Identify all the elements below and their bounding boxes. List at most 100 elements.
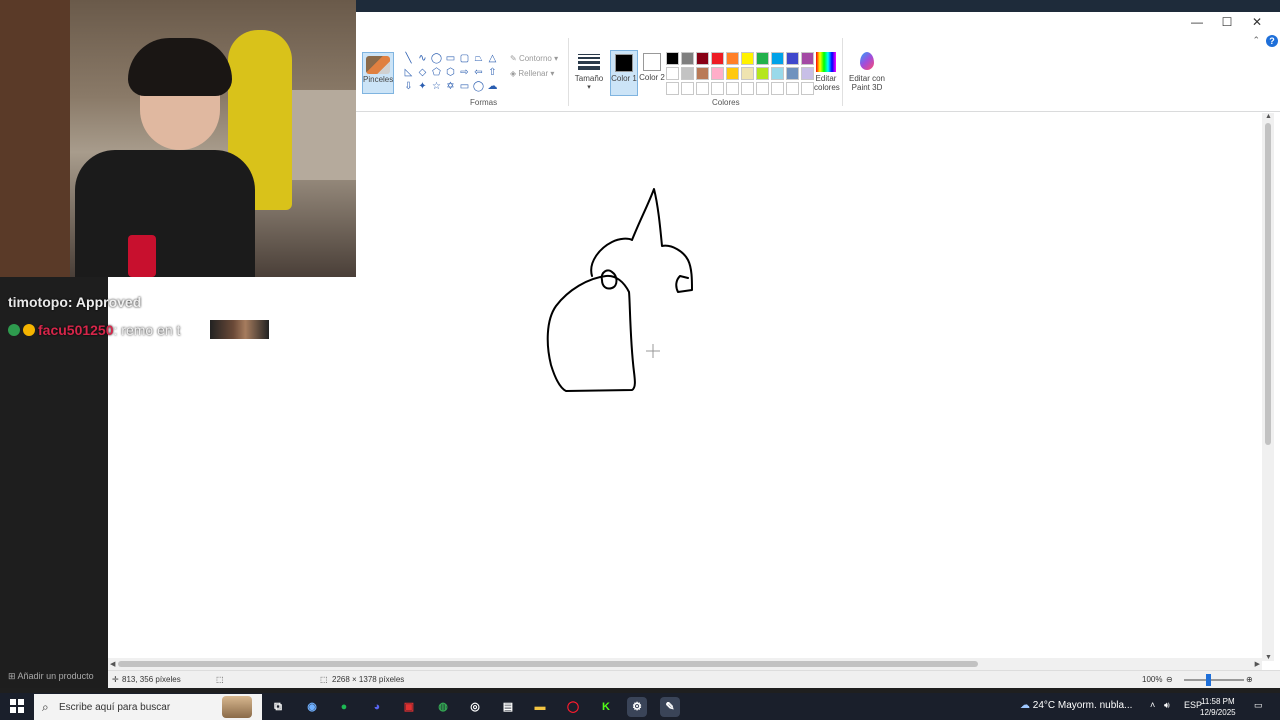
paint-taskbar-icon[interactable]: ✎ (660, 697, 680, 717)
palette-swatch[interactable] (771, 82, 784, 95)
shape-six-point-star-icon[interactable]: ✡ (444, 80, 457, 93)
zoom-slider[interactable] (1184, 679, 1244, 681)
palette-swatch[interactable] (801, 82, 814, 95)
file-explorer-icon[interactable]: ▬ (530, 697, 550, 717)
palette-swatch[interactable] (696, 82, 709, 95)
spotify-icon[interactable]: ● (334, 697, 354, 717)
vertical-scrollbar[interactable]: ▲ ▼ (1262, 113, 1274, 661)
palette-swatch[interactable] (771, 52, 784, 65)
shape-right-arrow-icon[interactable]: ⇨ (458, 66, 471, 79)
horizontal-scrollbar[interactable]: ◀ ▶ (108, 658, 1262, 670)
palette-swatch[interactable] (771, 67, 784, 80)
shape-four-point-star-icon[interactable]: ✦ (416, 80, 429, 93)
palette-swatch[interactable] (726, 82, 739, 95)
shape-left-arrow-icon[interactable]: ⇦ (472, 66, 485, 79)
palette-swatch[interactable] (726, 52, 739, 65)
capcut-icon[interactable]: ▤ (498, 697, 518, 717)
shape-line-icon[interactable]: ╲ (402, 52, 415, 65)
scroll-up-icon[interactable]: ▲ (1265, 113, 1272, 120)
palette-swatch[interactable] (711, 82, 724, 95)
task-view-icon[interactable]: ⧉ (268, 697, 288, 717)
palette-swatch[interactable] (666, 82, 679, 95)
shape-up-arrow-icon[interactable]: ⇧ (486, 66, 499, 79)
scroll-down-icon[interactable]: ▼ (1265, 654, 1272, 661)
steam-icon[interactable]: ⚙ (627, 697, 647, 717)
tray-chevron-icon[interactable]: ˄ (1150, 700, 1155, 710)
shape-hexagon-icon[interactable]: ⬡ (444, 66, 457, 79)
palette-swatch[interactable] (756, 52, 769, 65)
discord-icon[interactable]: ◕ (367, 697, 387, 717)
obs-icon[interactable]: ◎ (465, 697, 485, 717)
voice-app-icon[interactable]: ▣ (399, 697, 419, 717)
palette-swatch[interactable] (666, 67, 679, 80)
kick-icon[interactable]: K (596, 697, 616, 717)
fill-option[interactable]: ◈ Rellenar ▾ (510, 69, 554, 78)
shape-down-arrow-icon[interactable]: ⇩ (402, 80, 415, 93)
edit-colors-button[interactable]: Editar colores (814, 52, 840, 92)
shape-polygon-icon[interactable]: ⏢ (472, 52, 485, 65)
palette-swatch[interactable] (786, 82, 799, 95)
palette-swatch[interactable] (711, 67, 724, 80)
outline-option[interactable]: ✎ Contorno ▾ (510, 54, 558, 63)
palette-swatch[interactable] (696, 52, 709, 65)
palette-swatch[interactable] (801, 67, 814, 80)
volume-icon[interactable]: 🔊︎ (1164, 700, 1170, 711)
zoom-in-icon[interactable]: ⊕ (1246, 675, 1253, 684)
opera-icon[interactable]: ◯ (563, 697, 583, 717)
palette-swatch[interactable] (696, 67, 709, 80)
palette-swatch[interactable] (681, 82, 694, 95)
shape-callout-rect-icon[interactable]: ▭ (458, 80, 471, 93)
scroll-left-icon[interactable]: ◀ (110, 660, 115, 668)
palette-swatch[interactable] (666, 52, 679, 65)
shape-five-point-star-icon[interactable]: ☆ (430, 80, 443, 93)
shape-right-triangle-icon[interactable]: ◺ (402, 66, 415, 79)
edit-paint3d-button[interactable]: Editar con Paint 3D (848, 52, 886, 92)
palette-swatch[interactable] (786, 67, 799, 80)
shape-triangle-icon[interactable]: △ (486, 52, 499, 65)
taskbar-clock[interactable]: 11:58 PM 12/9/2025 (1200, 696, 1236, 718)
weather-widget[interactable]: ☁ 24°C Mayorm. nubla... (1020, 700, 1132, 711)
shape-pentagon-icon[interactable]: ⬠ (430, 66, 443, 79)
add-product-button[interactable]: ⊞ Añadir un producto (8, 671, 94, 682)
chrome-icon[interactable]: ◍ (433, 697, 453, 717)
maximize-button[interactable]: ☐ (1212, 14, 1242, 30)
shape-rectangle-icon[interactable]: ▭ (444, 52, 457, 65)
palette-swatch[interactable] (786, 52, 799, 65)
scroll-right-icon[interactable]: ▶ (1255, 660, 1260, 668)
shape-callout-cloud-icon[interactable]: ☁ (486, 80, 499, 93)
palette-swatch[interactable] (681, 52, 694, 65)
palette-swatch[interactable] (756, 82, 769, 95)
shape-rounded-rectangle-icon[interactable]: ▢ (458, 52, 471, 65)
zoom-slider-thumb[interactable] (1206, 674, 1211, 686)
copilot-icon[interactable]: ◉ (302, 697, 322, 717)
vertical-scroll-thumb[interactable] (1265, 123, 1271, 445)
palette-swatch[interactable] (756, 67, 769, 80)
palette-swatch[interactable] (681, 67, 694, 80)
chat-panel (0, 277, 108, 688)
canvas-size: 2268 × 1378 píxeles (332, 675, 405, 684)
color1-button[interactable]: Color 1 (610, 50, 638, 96)
size-button[interactable]: Tamaño ▾ (574, 52, 604, 94)
minimize-button[interactable]: — (1182, 14, 1212, 30)
brushes-button[interactable]: Pinceles (362, 52, 394, 94)
palette-swatch[interactable] (801, 52, 814, 65)
shape-curve-icon[interactable]: ∿ (416, 52, 429, 65)
shape-oval-icon[interactable]: ◯ (430, 52, 443, 65)
palette-swatch[interactable] (741, 67, 754, 80)
palette-swatch[interactable] (741, 52, 754, 65)
notifications-icon[interactable]: ▭ (1254, 700, 1263, 711)
palette-swatch[interactable] (741, 82, 754, 95)
taskbar-search-box[interactable]: ⌕ Escribe aquí para buscar (34, 694, 262, 720)
palette-swatch[interactable] (711, 52, 724, 65)
ribbon-collapse-icon[interactable]: ⌃ (1252, 35, 1260, 46)
horizontal-scroll-thumb[interactable] (118, 661, 978, 667)
shape-diamond-icon[interactable]: ◇ (416, 66, 429, 79)
divider (568, 38, 569, 106)
close-button[interactable]: ✕ (1242, 14, 1272, 30)
palette-swatch[interactable] (726, 67, 739, 80)
start-button-icon[interactable] (10, 699, 24, 713)
color2-button[interactable]: Color 2 (638, 50, 666, 96)
shape-callout-oval-icon[interactable]: ◯ (472, 80, 485, 93)
help-icon[interactable]: ? (1266, 35, 1278, 47)
zoom-out-icon[interactable]: ⊖ (1166, 675, 1173, 684)
